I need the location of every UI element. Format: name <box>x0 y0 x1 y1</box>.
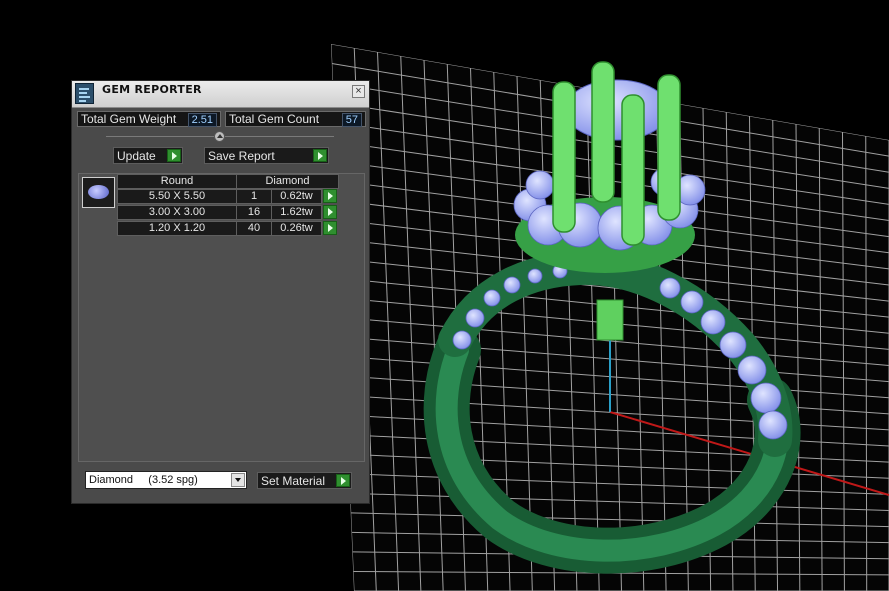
play-arrow-icon <box>336 474 350 487</box>
chevron-down-icon <box>231 473 245 487</box>
total-gem-count: Total Gem Count 57 <box>225 111 366 127</box>
collapse-splitter-button[interactable] <box>214 131 225 142</box>
update-label: Update <box>117 149 156 163</box>
gem-count: 40 <box>236 221 272 236</box>
save-report-label: Save Report <box>208 149 275 163</box>
total-gem-weight-value: 2.51 <box>187 113 217 127</box>
gem-count: 1 <box>236 189 272 204</box>
gem-shape-header: Round <box>117 174 237 189</box>
save-report-button[interactable]: Save Report <box>204 147 329 164</box>
set-material-label: Set Material <box>261 474 326 488</box>
update-button[interactable]: Update <box>113 147 183 164</box>
gem-size: 3.00 X 3.00 <box>117 205 237 220</box>
gem-weight: 0.62tw <box>271 189 322 204</box>
gem-weight: 1.62tw <box>271 205 322 220</box>
gem-size: 5.50 X 5.50 <box>117 189 237 204</box>
gem-reporter-panel: GEM REPORTER × Total Gem Weight 2.51 Tot… <box>71 80 370 504</box>
set-material-button[interactable]: Set Material <box>257 472 352 489</box>
center-stone <box>564 79 670 141</box>
total-gem-weight-label: Total Gem Weight <box>81 112 177 126</box>
gem-material-header: Diamond <box>236 174 339 189</box>
select-gems-arrow-icon[interactable] <box>323 221 337 235</box>
select-gems-arrow-icon[interactable] <box>323 205 337 219</box>
material-select[interactable]: Diamond (3.52 spg) <box>85 471 247 489</box>
select-gems-arrow-icon[interactable] <box>323 189 337 203</box>
play-arrow-icon <box>167 149 181 162</box>
title-bar[interactable]: GEM REPORTER × <box>72 81 369 108</box>
close-button[interactable]: × <box>352 85 365 98</box>
gem-list: Round Diamond 5.50 X 5.50 1 0.62tw 3.00 … <box>78 173 365 462</box>
center-post <box>596 299 624 341</box>
play-arrow-icon <box>313 149 327 162</box>
gem-size: 1.20 X 1.20 <box>117 221 237 236</box>
close-icon: × <box>355 85 362 97</box>
total-gem-weight: Total Gem Weight 2.51 <box>77 111 221 127</box>
gem-reporter-app-icon <box>75 83 94 104</box>
material-select-value: Diamond (3.52 spg) <box>89 474 198 486</box>
total-gem-count-value: 57 <box>341 113 362 127</box>
panel-title: GEM REPORTER <box>102 83 202 96</box>
gem-weight: 0.26tw <box>271 221 322 236</box>
total-gem-count-label: Total Gem Count <box>229 112 320 126</box>
gem-count: 16 <box>236 205 272 220</box>
diamond-gem-icon[interactable] <box>82 177 115 208</box>
